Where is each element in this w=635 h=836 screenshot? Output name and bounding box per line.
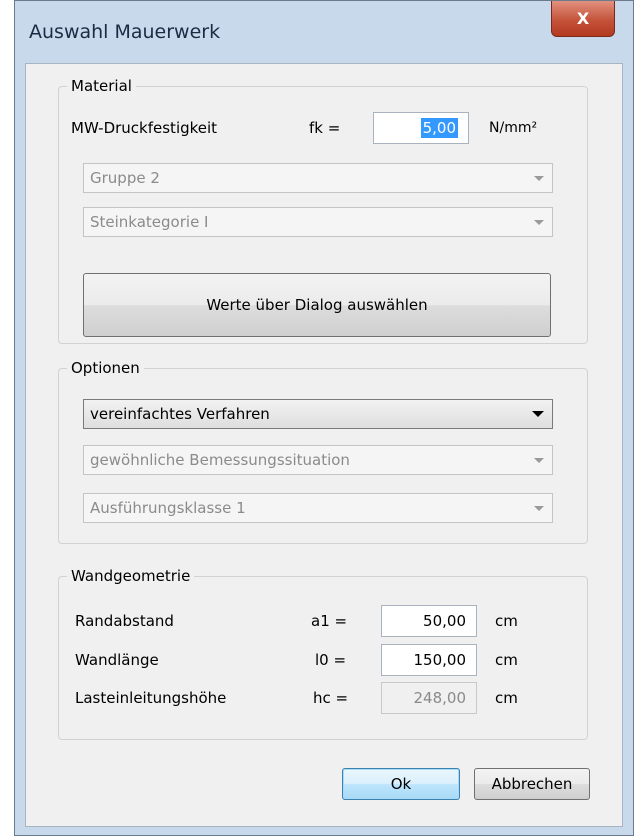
cancel-button-label: Abbrechen — [491, 775, 573, 793]
strength-unit: N/mm² — [489, 120, 538, 136]
geometry-row-label: Randabstand — [75, 612, 174, 630]
options-group: Optionen vereinfachtes Verfahren gewöhnl… — [58, 359, 588, 544]
geometry-row-symbol: a1 = — [311, 612, 348, 630]
class-combo-value: Ausführungsklasse 1 — [90, 499, 246, 517]
class-combo[interactable]: Ausführungsklasse 1 — [83, 493, 553, 523]
dialog-body: Material MW-Druckfestigkeit fk = 5,00 N/… — [25, 63, 623, 827]
ok-button[interactable]: Ok — [342, 768, 460, 800]
geometry-row-unit: cm — [495, 651, 518, 669]
wall-length-input[interactable]: 150,00 — [381, 644, 477, 676]
geometry-row-label: Wandlänge — [75, 651, 159, 669]
method-combo-value: vereinfachtes Verfahren — [90, 405, 270, 423]
geometry-row-symbol: l0 = — [315, 651, 347, 669]
situation-combo[interactable]: gewöhnliche Bemessungssituation — [83, 445, 553, 475]
chevron-down-icon — [534, 176, 544, 181]
group-combo-value: Gruppe 2 — [90, 169, 160, 187]
close-icon: X — [576, 9, 590, 28]
category-combo[interactable]: Steinkategorie I — [83, 207, 553, 237]
group-combo[interactable]: Gruppe 2 — [83, 163, 553, 193]
chevron-down-icon — [534, 220, 544, 225]
close-button[interactable]: X — [551, 1, 615, 37]
dialog-window: Auswahl Mauerwerk X Material MW-Druckfes… — [14, 0, 634, 836]
edge-distance-input[interactable]: 50,00 — [381, 605, 477, 637]
options-legend: Optionen — [67, 359, 144, 377]
strength-value: 5,00 — [420, 118, 458, 138]
geometry-row-symbol: hc = — [313, 689, 349, 707]
situation-combo-value: gewöhnliche Bemessungssituation — [90, 451, 350, 469]
chevron-down-icon — [532, 411, 544, 417]
ok-button-label: Ok — [390, 775, 412, 793]
cancel-button[interactable]: Abbrechen — [474, 768, 590, 800]
geometry-group: Wandgeometrie Randabstand a1 = 50,00 cm … — [58, 567, 588, 740]
select-values-dialog-button[interactable]: Werte über Dialog auswählen — [83, 273, 551, 337]
load-height-input: 248,00 — [381, 682, 477, 714]
material-legend: Material — [67, 77, 136, 95]
dialog-title: Auswahl Mauerwerk — [29, 21, 221, 43]
geometry-row-unit: cm — [495, 689, 518, 707]
chevron-down-icon — [534, 506, 544, 511]
geometry-row-label: Lasteinleitungshöhe — [75, 689, 227, 707]
strength-input[interactable]: 5,00 — [373, 112, 469, 144]
strength-symbol: fk = — [309, 119, 341, 137]
title-bar[interactable]: Auswahl Mauerwerk X — [15, 1, 633, 63]
geometry-legend: Wandgeometrie — [67, 567, 195, 585]
select-values-dialog-label: Werte über Dialog auswählen — [206, 296, 428, 314]
chevron-down-icon — [534, 458, 544, 463]
category-combo-value: Steinkategorie I — [90, 213, 209, 231]
material-group: Material MW-Druckfestigkeit fk = 5,00 N/… — [58, 77, 588, 344]
geometry-row-unit: cm — [495, 612, 518, 630]
strength-label: MW-Druckfestigkeit — [71, 119, 218, 137]
method-combo[interactable]: vereinfachtes Verfahren — [83, 399, 553, 429]
